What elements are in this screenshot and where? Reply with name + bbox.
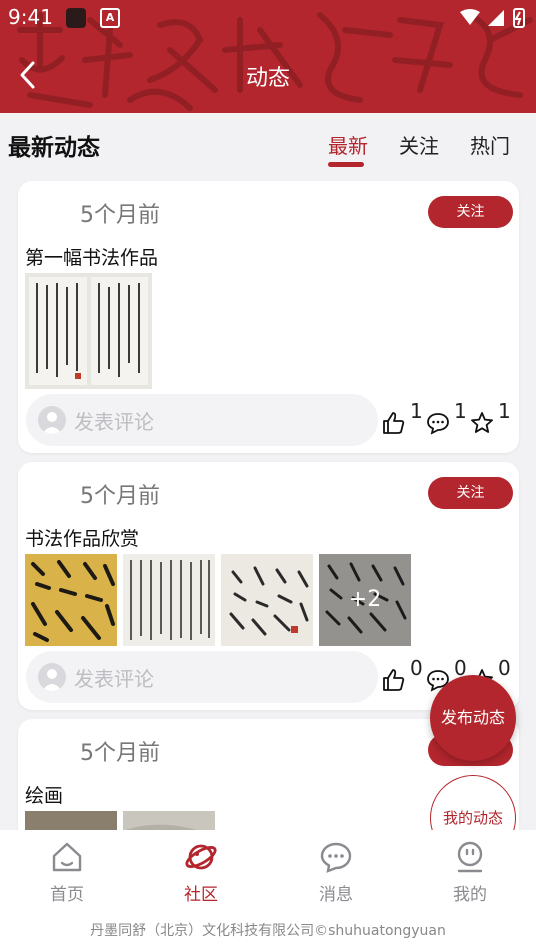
post-title: 绘画 [25, 785, 64, 807]
nav-label: 首页 [50, 885, 84, 905]
comment-input[interactable]: 发表评论 [26, 394, 378, 446]
post-time: 5个月前 [80, 203, 160, 228]
avatar-placeholder-icon [42, 412, 62, 434]
nav-label: 我的 [453, 885, 487, 905]
user-icon [457, 841, 483, 873]
follow-button[interactable]: 关注 [428, 196, 513, 228]
status-time: 9:41 [8, 5, 53, 29]
avatar [38, 406, 66, 434]
nav-item-home[interactable]: 首页 [17, 840, 117, 916]
post-card[interactable]: 5个月前 关注 书法作品欣赏 +2 发表评论 0 0 0 [18, 462, 519, 710]
comment-count: 1 [454, 399, 467, 423]
status-bar: 9:41 A [0, 0, 536, 36]
comment-input[interactable]: 发表评论 [26, 651, 378, 703]
page-title: 动态 [245, 66, 290, 91]
bottom-navigation: 首页 社区 消息 我的 [0, 830, 536, 920]
follow-button[interactable]: 关注 [428, 477, 513, 509]
footer-copyright: 丹墨同舒（北京）文化科技有限公司©shuhuatongyuan [0, 920, 536, 952]
post-image[interactable] [25, 554, 117, 646]
home-icon [52, 842, 82, 872]
post-title: 书法作品欣赏 [25, 528, 140, 550]
post-time: 5个月前 [80, 741, 160, 766]
tab-following[interactable]: 关注 [399, 130, 439, 159]
comment-icon[interactable] [426, 411, 450, 435]
notification-badge-icon: A [100, 8, 120, 28]
tab-label: 最新 [328, 134, 368, 158]
tab-label: 关注 [399, 134, 439, 158]
calligraphy-image [123, 554, 215, 646]
favorite-count: 0 [498, 656, 511, 680]
post-image[interactable]: +2 [319, 554, 411, 646]
tab-hot[interactable]: 热门 [470, 130, 510, 159]
tab-label: 热门 [470, 134, 510, 158]
like-icon[interactable] [382, 411, 406, 435]
planet-icon [185, 844, 217, 870]
tab-latest[interactable]: 最新 [328, 130, 368, 167]
comment-placeholder: 发表评论 [74, 410, 154, 434]
tab-active-indicator [328, 162, 364, 167]
calligraphy-image [221, 554, 313, 646]
publish-post-button[interactable]: 发布动态 [430, 675, 516, 761]
post-card[interactable]: 5个月前 关注 第一幅书法作品 发表评论 1 1 1 [18, 181, 519, 453]
post-time: 5个月前 [80, 484, 160, 509]
post-image[interactable] [221, 554, 313, 646]
calligraphy-scroll-image [25, 273, 152, 389]
avatar-placeholder-icon [42, 669, 62, 691]
nav-label: 消息 [319, 885, 353, 905]
nav-label: 社区 [184, 885, 218, 905]
nav-item-profile[interactable]: 我的 [420, 840, 520, 916]
avatar [38, 663, 66, 691]
system-status-icons [460, 8, 525, 28]
more-images-count: +2 [319, 554, 411, 646]
chat-icon [320, 842, 352, 873]
nav-item-messages[interactable]: 消息 [286, 840, 386, 916]
post-stats: 1 1 1 [382, 399, 522, 441]
calligraphy-image [25, 554, 117, 646]
like-count: 0 [410, 656, 423, 680]
star-icon[interactable] [470, 411, 494, 435]
section-title: 最新动态 [8, 135, 100, 161]
nav-item-community[interactable]: 社区 [151, 840, 251, 916]
like-count: 1 [410, 399, 423, 423]
app-header: 9:41 A 动态 [0, 0, 536, 113]
comment-placeholder: 发表评论 [74, 667, 154, 691]
notification-app-icon [66, 8, 86, 28]
favorite-count: 1 [498, 399, 511, 423]
post-image[interactable] [123, 554, 215, 646]
post-image[interactable] [25, 273, 152, 389]
post-title: 第一幅书法作品 [25, 247, 159, 269]
feed-tabs: 最新 关注 热门 [328, 130, 518, 170]
like-icon[interactable] [382, 668, 406, 692]
